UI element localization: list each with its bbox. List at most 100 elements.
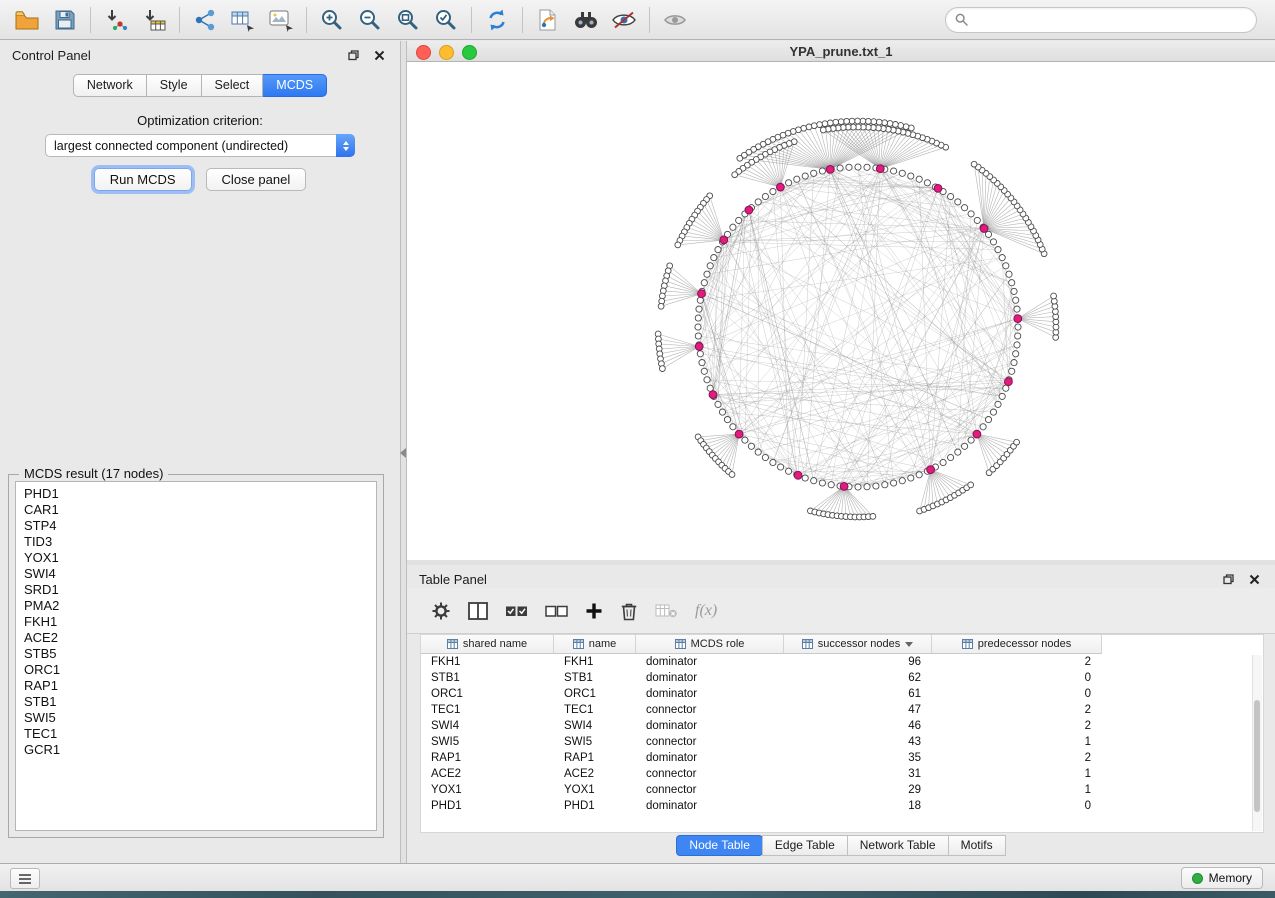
network-node[interactable] — [742, 437, 748, 443]
network-leaf-node[interactable] — [903, 124, 909, 130]
network-leaf-node[interactable] — [908, 125, 914, 131]
network-node[interactable] — [802, 475, 808, 481]
network-node[interactable] — [882, 482, 888, 488]
network-node[interactable] — [968, 437, 974, 443]
table-row[interactable]: FKH1FKH1dominator962 — [421, 654, 1263, 670]
network-node[interactable] — [1014, 306, 1020, 312]
mcds-result-item[interactable]: ORC1 — [24, 662, 376, 678]
network-view-canvas[interactable] — [407, 62, 1275, 560]
float-table-panel-button[interactable] — [1219, 570, 1237, 588]
network-leaf-node[interactable] — [971, 161, 977, 167]
network-node[interactable] — [701, 368, 707, 374]
network-node[interactable] — [1006, 271, 1012, 277]
apply-function-button[interactable]: f(x) — [695, 602, 717, 620]
tab-mcds[interactable]: MCDS — [263, 74, 327, 97]
network-node[interactable] — [719, 409, 725, 415]
network-node[interactable] — [704, 377, 710, 383]
network-node[interactable] — [985, 417, 991, 423]
network-node[interactable] — [837, 165, 843, 171]
network-node[interactable] — [955, 449, 961, 455]
deselect-all-button[interactable] — [545, 603, 568, 619]
network-hub-node[interactable] — [980, 225, 988, 233]
network-node[interactable] — [873, 483, 879, 489]
table-row[interactable]: ACE2ACE2connector311 — [421, 766, 1263, 782]
network-node[interactable] — [940, 459, 946, 465]
network-hub-node[interactable] — [720, 236, 728, 244]
close-panel-button[interactable] — [370, 46, 388, 64]
run-mcds-button[interactable]: Run MCDS — [94, 168, 192, 191]
network-node[interactable] — [1015, 324, 1021, 330]
export-image-button[interactable] — [262, 4, 300, 36]
network-node[interactable] — [695, 315, 701, 321]
tab-style[interactable]: Style — [147, 74, 202, 97]
toggle-hide-button[interactable] — [605, 4, 643, 36]
network-node[interactable] — [908, 173, 914, 179]
network-node[interactable] — [755, 449, 761, 455]
network-leaf-node[interactable] — [898, 123, 904, 129]
network-leaf-node[interactable] — [729, 472, 735, 478]
network-leaf-node[interactable] — [675, 242, 681, 248]
tab-node-table[interactable]: Node Table — [676, 835, 763, 856]
select-all-button[interactable] — [505, 603, 528, 619]
network-leaf-node[interactable] — [844, 118, 850, 124]
network-node[interactable] — [1003, 263, 1009, 269]
network-leaf-node[interactable] — [1014, 439, 1020, 445]
network-node[interactable] — [748, 443, 754, 449]
network-node[interactable] — [704, 271, 710, 277]
zoom-out-button[interactable] — [351, 4, 389, 36]
mcds-result-item[interactable]: TID3 — [24, 534, 376, 550]
find-button[interactable] — [567, 4, 605, 36]
network-node[interactable] — [1011, 288, 1017, 294]
network-node[interactable] — [819, 480, 825, 486]
open-session-button[interactable] — [8, 4, 46, 36]
mcds-result-item[interactable]: STP4 — [24, 518, 376, 534]
network-node[interactable] — [730, 424, 736, 430]
network-node[interactable] — [962, 205, 968, 211]
save-session-button[interactable] — [46, 4, 84, 36]
network-hub-node[interactable] — [927, 466, 935, 474]
network-node[interactable] — [1013, 297, 1019, 303]
network-node[interactable] — [755, 199, 761, 205]
mcds-result-item[interactable]: SWI4 — [24, 566, 376, 582]
network-hub-node[interactable] — [709, 391, 717, 399]
network-node[interactable] — [697, 297, 703, 303]
network-leaf-node[interactable] — [732, 172, 738, 178]
float-panel-button[interactable] — [344, 46, 362, 64]
network-hub-node[interactable] — [876, 165, 884, 173]
tab-edge-table[interactable]: Edge Table — [762, 835, 848, 856]
network-node[interactable] — [974, 217, 980, 223]
network-node[interactable] — [995, 401, 1001, 407]
network-node[interactable] — [891, 480, 897, 486]
network-node[interactable] — [802, 173, 808, 179]
network-node[interactable] — [916, 176, 922, 182]
table-row[interactable]: SWI5SWI5connector431 — [421, 734, 1263, 750]
mcds-result-item[interactable]: PHD1 — [24, 486, 376, 502]
network-node[interactable] — [1015, 333, 1021, 339]
network-node[interactable] — [770, 459, 776, 465]
column-header-mcds-role[interactable]: MCDS role — [636, 635, 784, 654]
refresh-view-button[interactable] — [478, 4, 516, 36]
network-node[interactable] — [770, 188, 776, 194]
column-visibility-button[interactable] — [468, 602, 488, 620]
network-node[interactable] — [715, 401, 721, 407]
table-row[interactable]: STB1STB1dominator620 — [421, 670, 1263, 686]
network-node[interactable] — [948, 193, 954, 199]
export-table-button[interactable] — [224, 4, 262, 36]
network-node[interactable] — [762, 454, 768, 460]
table-row[interactable]: SWI4SWI4dominator462 — [421, 718, 1263, 734]
network-hub-node[interactable] — [973, 430, 981, 438]
network-node[interactable] — [980, 424, 986, 430]
network-node[interactable] — [962, 443, 968, 449]
network-node[interactable] — [948, 454, 954, 460]
mcds-result-item[interactable]: STB1 — [24, 694, 376, 710]
mcds-result-item[interactable]: ACE2 — [24, 630, 376, 646]
network-leaf-node[interactable] — [865, 118, 871, 124]
tab-select[interactable]: Select — [202, 74, 264, 97]
mcds-result-item[interactable]: FKH1 — [24, 614, 376, 630]
network-node[interactable] — [715, 247, 721, 253]
network-leaf-node[interactable] — [811, 123, 817, 129]
network-node[interactable] — [1011, 360, 1017, 366]
mcds-result-item[interactable]: SRD1 — [24, 582, 376, 598]
network-node[interactable] — [846, 164, 852, 170]
network-node[interactable] — [999, 393, 1005, 399]
